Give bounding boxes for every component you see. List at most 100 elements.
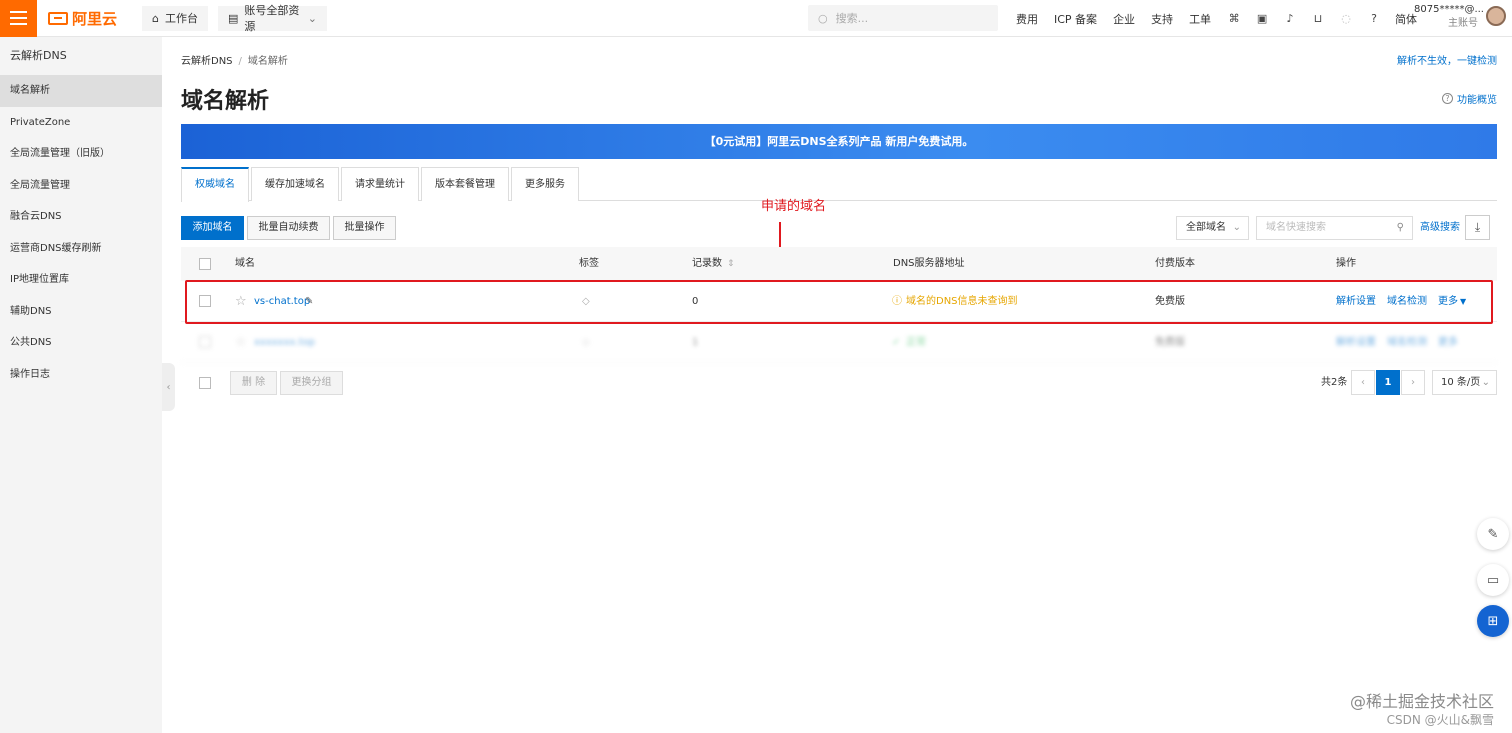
- search-icon: ⚲: [1396, 222, 1404, 233]
- table-row: ☆ vs-chat.top ✎ ◇ 0 ⓘ 域名的DNS信息未查询到 免费版 解…: [181, 281, 1497, 322]
- tab-edition-management[interactable]: 版本套餐管理: [421, 167, 509, 201]
- watermark-juejin: @稀土掘金技术社区: [1349, 692, 1494, 711]
- menu-icon[interactable]: [0, 0, 37, 37]
- total-count: 共2条: [1321, 377, 1348, 388]
- domain-search-placeholder: 域名快速搜索: [1266, 222, 1326, 233]
- sidebar-item-cache-refresh[interactable]: 运营商DNS缓存刷新: [0, 233, 162, 265]
- domain-filter-select[interactable]: 全部域名 ⌄: [1176, 216, 1249, 240]
- resolution-settings-link[interactable]: 解析设置: [1336, 322, 1376, 363]
- prev-page-button[interactable]: ‹: [1351, 370, 1375, 395]
- domain-name-link[interactable]: vs-chat.top: [254, 281, 310, 322]
- domain-filter-value: 全部域名: [1186, 222, 1226, 233]
- nav-link-ticket[interactable]: 工单: [1189, 11, 1211, 27]
- domain-search-input[interactable]: 域名快速搜索 ⚲: [1256, 216, 1413, 240]
- tab-authoritative-domains[interactable]: 权威域名: [181, 167, 249, 202]
- promo-banner[interactable]: 【0元试用】阿里云DNS全系列产品 新用户免费试用。: [181, 124, 1497, 159]
- edit-icon[interactable]: ✎: [305, 281, 313, 322]
- warning-icon: ⓘ: [892, 296, 902, 307]
- success-icon: ✓: [892, 337, 901, 348]
- col-actions: 操作: [1336, 258, 1356, 269]
- tab-cache-accel-domains[interactable]: 缓存加速域名: [251, 167, 339, 201]
- terminal-icon[interactable]: ▣: [1255, 12, 1269, 26]
- question-circle-icon: ?: [1442, 93, 1453, 104]
- nav-link-fees[interactable]: 费用: [1016, 11, 1038, 27]
- col-records[interactable]: 记录数: [692, 247, 722, 281]
- top-nav-links: 费用 ICP 备案 企业 支持 工单 ⌘ ▣ ♪ ⊔ ◌ ? 简体: [1016, 0, 1433, 37]
- more-actions-link[interactable]: 更多: [1438, 281, 1458, 322]
- domain-name-link[interactable]: xxxxxxx.top: [254, 322, 315, 363]
- table-row: ☆ xxxxxxx.top ◇ 1 ✓ 正常 免费版 解析设置 域名检测 更多: [181, 322, 1497, 363]
- nav-link-support[interactable]: 支持: [1151, 11, 1173, 27]
- download-icon[interactable]: ⤓: [1465, 215, 1490, 240]
- feature-overview-label: 功能概览: [1457, 95, 1497, 106]
- global-search-input[interactable]: ○ 搜索...: [808, 5, 998, 31]
- star-icon[interactable]: ☆: [235, 281, 247, 322]
- tab-more-services[interactable]: 更多服务: [511, 167, 579, 201]
- workbench-label: 工作台: [164, 12, 198, 25]
- sidebar-item-gtm[interactable]: 全局流量管理: [0, 170, 162, 202]
- dns-status: 域名的DNS信息未查询到: [906, 296, 1018, 307]
- domain-check-link[interactable]: 域名检测: [1387, 281, 1427, 322]
- select-all-checkbox[interactable]: [199, 258, 211, 270]
- sort-icon[interactable]: ⇕: [727, 247, 735, 281]
- tag-icon[interactable]: ◇: [582, 281, 590, 322]
- aliyun-logo[interactable]: 阿里云: [48, 8, 128, 29]
- row-checkbox[interactable]: [199, 295, 211, 307]
- more-actions-link[interactable]: 更多: [1438, 322, 1458, 363]
- nav-link-enterprise[interactable]: 企业: [1113, 11, 1135, 27]
- chevron-left-icon: ‹: [166, 381, 171, 393]
- chat-icon[interactable]: ▭: [1477, 564, 1509, 596]
- resource-scope-dropdown[interactable]: ▤ 账号全部资源 ⌄: [217, 4, 327, 33]
- account-info[interactable]: 8075*****@... 主账号: [1414, 3, 1484, 31]
- sidebar-item-secondary-dns[interactable]: 辅助DNS: [0, 296, 162, 328]
- chevron-down-icon: ⌄: [307, 11, 317, 25]
- table-header: 域名 标签 记录数 ⇕ DNS服务器地址 付费版本 操作: [181, 247, 1497, 281]
- account-name: 8075*****@...: [1414, 4, 1484, 15]
- next-page-button[interactable]: ›: [1401, 370, 1425, 395]
- sidebar-item-domain-resolution[interactable]: 域名解析: [0, 75, 162, 107]
- chevron-right-icon: ›: [1411, 377, 1415, 388]
- footer-select-all-checkbox[interactable]: [199, 377, 211, 389]
- tag-icon[interactable]: ◇: [582, 322, 590, 363]
- page-size-value: 10 条/页: [1441, 377, 1481, 388]
- breadcrumb-root[interactable]: 云解析DNS: [181, 56, 233, 67]
- apps-grid-icon[interactable]: ⊞: [1477, 605, 1509, 637]
- edit-feedback-icon[interactable]: ✎: [1477, 518, 1509, 550]
- resolution-check-link[interactable]: 解析不生效，一键检测: [1397, 52, 1497, 67]
- advanced-search-link[interactable]: 高级搜索: [1420, 216, 1460, 240]
- sidebar-item-hybrid-dns[interactable]: 融合云DNS: [0, 201, 162, 233]
- code-icon[interactable]: ⌘: [1227, 12, 1241, 26]
- row-checkbox[interactable]: [199, 336, 211, 348]
- sidebar-item-operation-log[interactable]: 操作日志: [0, 359, 162, 391]
- chevron-down-icon: ⌄: [1232, 222, 1241, 233]
- batch-auto-renew-button[interactable]: 批量自动续费: [247, 216, 330, 240]
- sidebar-item-gtm-legacy[interactable]: 全局流量管理（旧版）: [0, 138, 162, 170]
- help-icon[interactable]: ?: [1367, 12, 1381, 26]
- lightbulb-icon[interactable]: ◌: [1339, 12, 1353, 26]
- bell-icon[interactable]: ♪: [1283, 12, 1297, 26]
- domain-check-link[interactable]: 域名检测: [1387, 322, 1427, 363]
- avatar[interactable]: [1486, 6, 1506, 26]
- cart-icon[interactable]: ⊔: [1311, 12, 1325, 26]
- resource-scope-label: 账号全部资源: [244, 4, 300, 33]
- edition-value: 免费版: [1155, 337, 1185, 348]
- star-icon[interactable]: ☆: [235, 322, 247, 363]
- home-icon: ⌂: [152, 11, 159, 25]
- feature-overview-link[interactable]: ? 功能概览: [1442, 91, 1497, 106]
- workbench-button[interactable]: ⌂ 工作台: [142, 5, 208, 31]
- delete-button[interactable]: 删 除: [230, 371, 277, 395]
- sidebar-collapse-handle[interactable]: ‹: [162, 363, 175, 411]
- sidebar-item-privatezone[interactable]: PrivateZone: [0, 107, 162, 139]
- sidebar-item-ip-geo[interactable]: IP地理位置库: [0, 264, 162, 296]
- page-size-select[interactable]: 10 条/页 ⌄: [1432, 370, 1497, 395]
- col-domain: 域名: [235, 258, 255, 269]
- col-dns-servers: DNS服务器地址: [893, 258, 965, 269]
- sidebar-item-public-dns[interactable]: 公共DNS: [0, 327, 162, 359]
- add-domain-button[interactable]: 添加域名: [181, 216, 244, 240]
- page-1-button[interactable]: 1: [1376, 370, 1400, 395]
- nav-link-icp[interactable]: ICP 备案: [1054, 11, 1097, 27]
- batch-operations-button[interactable]: 批量操作: [333, 216, 396, 240]
- resolution-settings-link[interactable]: 解析设置: [1336, 281, 1376, 322]
- change-group-button[interactable]: 更换分组: [280, 371, 343, 395]
- tab-request-stats[interactable]: 请求量统计: [341, 167, 419, 201]
